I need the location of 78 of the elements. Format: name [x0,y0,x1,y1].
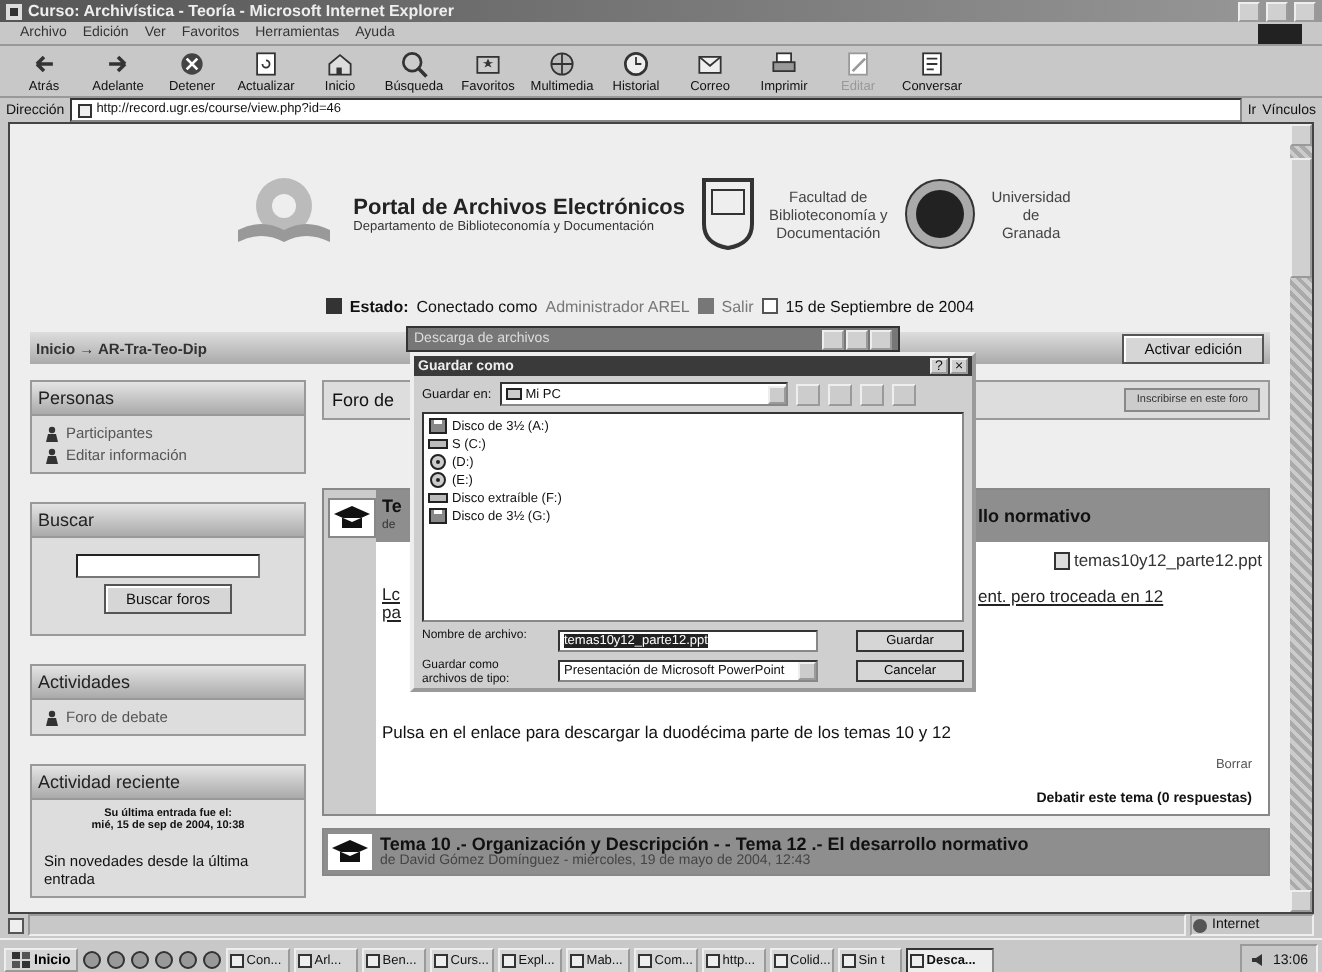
person-icon [44,425,60,441]
scroll-down-button[interactable] [1290,890,1312,912]
post-link[interactable]: Lc [382,586,400,604]
status-label: Estado: [349,297,409,315]
floppy-icon [428,418,448,435]
window-icon [910,953,925,967]
minimize-button[interactable] [822,329,844,349]
window-title: Curso: Archivística - Teoría - Microsoft Internet Explorer [28,2,456,20]
graduation-cap-icon [328,834,372,870]
post-link[interactable]: pa [382,604,401,622]
pencil-page-icon [842,48,874,80]
floppy-icon [428,508,448,525]
quick-launch-icon[interactable] [202,950,223,970]
window-icon [230,953,245,967]
file-icon [1053,551,1070,569]
block-title: Personas [32,382,304,416]
close-button[interactable] [870,329,892,349]
new-folder-button[interactable] [827,383,852,406]
window-icon [366,953,381,967]
windows-flag-icon [12,952,30,968]
search-field[interactable] [76,554,260,578]
search-icon [398,48,430,80]
window-icon [434,953,449,967]
block-title: Buscar [32,504,304,538]
maximize-button[interactable] [846,329,868,349]
window-icon [502,953,517,967]
details-view-button[interactable] [891,383,916,406]
block-title: Actividad reciente [32,766,304,800]
minimize-button[interactable] [1238,1,1260,21]
maximize-button[interactable] [1266,1,1288,21]
close-button[interactable] [1294,1,1316,21]
quick-launch-icon[interactable] [154,950,175,970]
post-title: llo normativo [978,506,1092,526]
up-folder-button[interactable] [795,383,820,406]
attachment-link[interactable]: temas10y12_parte12.ppt [1073,550,1262,570]
calendar-icon [761,298,778,314]
post-link[interactable]: ent. pero troceada en 12 [978,586,1164,622]
post-message: Pulsa en el enlace para descargar la duodécima parte de los temas 10 y 12 [382,722,951,742]
drive-icon [428,436,448,453]
quick-launch-icon[interactable] [178,950,199,970]
status-text: Conectado como [416,297,538,315]
browser-icon [6,3,22,19]
logout-link[interactable]: Salir [721,297,754,315]
refresh-icon [250,48,282,80]
date-text: 15 de Septiembre de 2004 [785,297,975,315]
home-icon [324,48,356,80]
quick-launch-icon[interactable] [106,950,127,970]
forum-title: Foro de [332,390,395,410]
disc-icon [428,472,448,489]
clock-icon [620,48,652,80]
window-icon [842,953,857,967]
window-icon [570,953,585,967]
scroll-up-button[interactable] [1290,124,1312,146]
disc-icon [428,454,448,471]
shield-logo [701,178,754,250]
list-view-button[interactable] [859,383,884,406]
post-title: Tema 10 .- Organización y Descripción - - Tema 12 .- El desarrollo normativo [380,834,1029,854]
portal-title: Portal de Archivos Electrónicos [353,195,686,219]
drive-icon [428,490,448,507]
window-icon [638,953,653,967]
computer-icon [505,387,522,402]
page-icon [916,48,948,80]
stop-icon [176,48,208,80]
window-icon [774,953,789,967]
speaker-icon [1250,952,1267,968]
person-icon [44,447,60,463]
seal-logo [903,178,976,250]
block-title: Actividades [32,666,304,700]
user-link[interactable]: Administrador AREL [545,297,690,315]
scroll-thumb[interactable] [1290,158,1312,278]
quick-launch-icon[interactable] [82,950,103,970]
page-icon [78,103,93,117]
window-icon [706,953,721,967]
page-icon [8,917,24,933]
post-title: Te [382,496,402,516]
person-icon [44,709,60,725]
quick-launch-icon[interactable] [130,950,151,970]
window-icon [298,953,313,967]
